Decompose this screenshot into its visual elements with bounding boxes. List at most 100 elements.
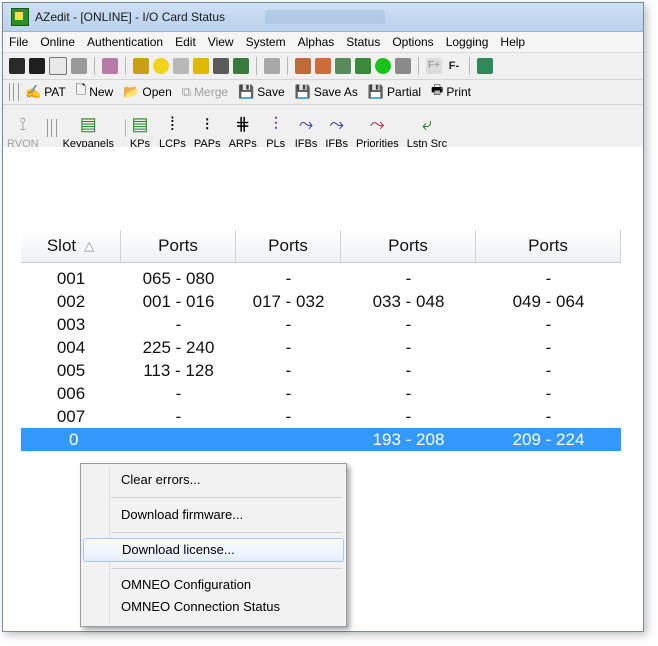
rvon-button[interactable]: ⟟ RVON: [7, 106, 39, 150]
column-header-ports-4[interactable]: Ports: [476, 230, 621, 262]
smiley-icon[interactable]: [153, 58, 169, 74]
open-label: Open: [142, 85, 172, 99]
menu-item-omneo-configuration[interactable]: OMNEO Configuration: [83, 574, 344, 596]
ports-cell: -: [405, 384, 412, 403]
partial-button[interactable]: 💾 Partial: [368, 84, 421, 100]
ifb-icon: ⤳: [329, 114, 344, 134]
file-toolbar: ✍ PAT 🗋 New 📂 Open ⧉ Merge 💾 Save 💾 Save As 💾 P…: [3, 80, 643, 105]
online-status-icon[interactable]: [375, 58, 391, 74]
menu-file[interactable]: File: [3, 35, 34, 49]
toolbar-grip[interactable]: [46, 119, 57, 137]
save-as-button[interactable]: 💾 Save As: [295, 84, 358, 100]
card-icon[interactable]: [213, 58, 229, 74]
table-row[interactable]: 004 225 - 240 - - -: [21, 336, 621, 359]
ports-cell: -: [405, 407, 412, 426]
toolbar-separator: [256, 57, 257, 75]
menu-online[interactable]: Online: [34, 35, 81, 49]
menu-help[interactable]: Help: [494, 35, 531, 49]
ports-cell: [121, 428, 236, 451]
ports-cell: -: [175, 315, 182, 334]
slot-header-label: Slot: [46, 236, 77, 255]
ports-cell: -: [175, 407, 182, 426]
table-header: Slot △ Ports Ports Ports Ports: [21, 230, 621, 263]
open-button[interactable]: 📂 Open: [123, 84, 172, 100]
settings-gear-icon[interactable]: [133, 58, 149, 74]
ports-cell: 209 - 224: [512, 430, 585, 449]
table-row[interactable]: 005 113 - 128 - - -: [21, 359, 621, 382]
table-row[interactable]: 001 065 - 080 - - -: [21, 267, 621, 290]
crossfade-icon[interactable]: [102, 58, 118, 74]
new-file-icon: 🗋: [75, 82, 87, 97]
keypanels-button[interactable]: ▤ Keypanels: [63, 106, 114, 150]
ports-cell: -: [285, 361, 292, 380]
table-icon[interactable]: [395, 58, 411, 74]
tools-icon[interactable]: [295, 58, 311, 74]
slot-cell: 002: [56, 292, 86, 311]
merge-icon: ⧉: [181, 84, 192, 99]
menu-item-omneo-connection-status[interactable]: OMNEO Connection Status: [83, 596, 344, 618]
tie-lines-add-icon[interactable]: [355, 58, 371, 74]
ports-cell: -: [175, 384, 182, 403]
priorities-button[interactable]: ⤳ Priorities: [356, 106, 399, 150]
pls-button[interactable]: ⫶ PLs: [265, 106, 287, 150]
pl-icon: ⫶: [273, 114, 278, 134]
toolbar-grip[interactable]: [9, 83, 19, 101]
lstn-src-button[interactable]: ⤶ Lstn Src: [407, 106, 447, 150]
menu-edit[interactable]: Edit: [169, 35, 202, 49]
column-header-ports-2[interactable]: Ports: [236, 230, 341, 262]
menu-authentication[interactable]: Authentication: [81, 35, 169, 49]
open-folder-icon: 📂: [123, 84, 140, 99]
pat-button[interactable]: ✍ PAT: [25, 84, 66, 100]
ports-cell: -: [405, 315, 412, 334]
table-row[interactable]: 006 - - - -: [21, 382, 621, 405]
tools-add-icon[interactable]: [315, 58, 331, 74]
title-bar-blur: [265, 10, 386, 24]
save-button[interactable]: 💾 Save: [238, 84, 285, 100]
paps-button[interactable]: ⁝ PAPs: [194, 106, 221, 150]
export-icon[interactable]: [233, 58, 249, 74]
menu-alphas[interactable]: Alphas: [292, 35, 341, 49]
kps-button[interactable]: ▤ KPs: [129, 106, 151, 150]
menu-system[interactable]: System: [240, 35, 292, 49]
speaker-icon[interactable]: [193, 58, 209, 74]
rvon-icon: ⟟: [19, 114, 27, 134]
ports-cell: 225 - 240: [142, 338, 215, 357]
column-header-slot[interactable]: Slot △: [21, 230, 121, 262]
printer-icon[interactable]: [71, 58, 87, 74]
menu-status[interactable]: Status: [340, 35, 386, 49]
new-button[interactable]: 🗋 New: [76, 81, 113, 103]
print-button[interactable]: 🖶 Print: [431, 81, 471, 103]
menu-view[interactable]: View: [202, 35, 240, 49]
table-row-selected[interactable]: 0 193 - 208 209 - 224: [21, 428, 621, 451]
menu-options[interactable]: Options: [386, 35, 439, 49]
ports-cell: -: [285, 315, 292, 334]
ports-cell: -: [405, 269, 412, 288]
merge-button[interactable]: ⧉ Merge: [182, 84, 228, 100]
table-row[interactable]: 003 - - - -: [21, 313, 621, 336]
font-decrease-icon[interactable]: F-: [446, 58, 462, 74]
print-preview-icon[interactable]: [49, 57, 67, 75]
column-header-ports-3[interactable]: Ports: [341, 230, 476, 262]
lcps-button[interactable]: ⁞ LCPs: [159, 106, 186, 150]
save-all-icon[interactable]: [29, 58, 45, 74]
menu-item-download-license[interactable]: Download license...: [83, 538, 344, 562]
column-header-ports-1[interactable]: Ports: [121, 230, 236, 262]
save-disk-icon[interactable]: [9, 58, 25, 74]
arps-button[interactable]: ⋕ ARPs: [229, 106, 257, 150]
pat-icon: ✍: [25, 84, 42, 99]
table-row[interactable]: 007 - - - -: [21, 405, 621, 428]
refresh-icon[interactable]: [477, 58, 493, 74]
menu-item-clear-errors[interactable]: Clear errors...: [83, 469, 344, 491]
table-row[interactable]: 002 001 - 016 017 - 032 033 - 048 049 - …: [21, 290, 621, 313]
ifbs-button-2[interactable]: ⤳ IFBs: [325, 106, 348, 150]
menu-logging[interactable]: Logging: [440, 35, 495, 49]
grid-icon[interactable]: [264, 58, 280, 74]
tie-lines-icon[interactable]: [335, 58, 351, 74]
menu-item-download-firmware[interactable]: Download firmware...: [83, 504, 344, 526]
toolbar-separator: [287, 57, 288, 75]
font-increase-icon[interactable]: F+: [426, 58, 442, 74]
ifbs-button-1[interactable]: ⤳ IFBs: [295, 106, 318, 150]
lock-icon[interactable]: [173, 58, 189, 74]
ports-cell: 049 - 064: [512, 292, 585, 311]
ports-cell: [236, 428, 341, 451]
